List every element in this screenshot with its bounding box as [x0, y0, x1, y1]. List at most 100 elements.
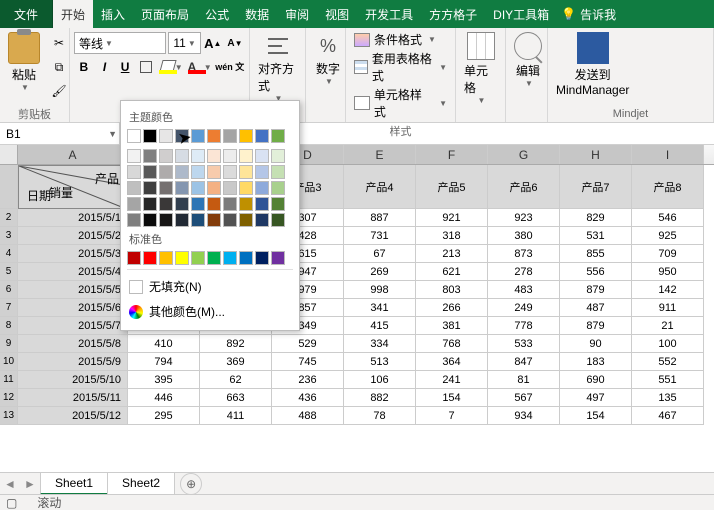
- data-cell[interactable]: 364: [416, 353, 488, 371]
- bold-button[interactable]: B: [74, 56, 94, 78]
- data-cell[interactable]: 380: [488, 227, 560, 245]
- paste-button[interactable]: 粘贴 ▼: [4, 30, 44, 94]
- color-swatch[interactable]: [271, 181, 285, 195]
- editing-button[interactable]: 编辑▼: [510, 30, 546, 90]
- data-cell[interactable]: 446: [128, 389, 200, 407]
- data-cell[interactable]: 567: [488, 389, 560, 407]
- product-header[interactable]: 产品5: [416, 165, 488, 209]
- color-swatch[interactable]: [207, 165, 221, 179]
- row-header[interactable]: 6: [0, 281, 18, 299]
- product-header[interactable]: 产品4: [344, 165, 416, 209]
- copy-button[interactable]: ⧉: [48, 56, 70, 78]
- data-cell[interactable]: 873: [488, 245, 560, 263]
- font-name-combo[interactable]: 等线▼: [74, 32, 166, 54]
- data-cell[interactable]: 621: [416, 263, 488, 281]
- data-cell[interactable]: 892: [200, 335, 272, 353]
- color-swatch[interactable]: [207, 149, 221, 163]
- data-cell[interactable]: 663: [200, 389, 272, 407]
- color-swatch[interactable]: [271, 213, 285, 227]
- color-swatch[interactable]: [223, 181, 237, 195]
- color-swatch[interactable]: [143, 251, 157, 265]
- name-box[interactable]: B1 ▼: [0, 123, 120, 144]
- row-header[interactable]: 8: [0, 317, 18, 335]
- file-tab[interactable]: 文件: [0, 0, 53, 28]
- color-swatch[interactable]: [271, 129, 285, 143]
- font-size-combo[interactable]: 11▼: [168, 32, 200, 54]
- data-cell[interactable]: 803: [416, 281, 488, 299]
- date-cell[interactable]: 2015/5/2: [18, 227, 128, 245]
- border-button[interactable]: [136, 56, 156, 78]
- color-swatch[interactable]: [239, 165, 253, 179]
- color-swatch[interactable]: [159, 197, 173, 211]
- color-swatch[interactable]: [127, 129, 141, 143]
- color-swatch[interactable]: [127, 197, 141, 211]
- color-swatch[interactable]: [143, 181, 157, 195]
- data-cell[interactable]: 21: [632, 317, 704, 335]
- color-swatch[interactable]: [207, 251, 221, 265]
- sheet-nav-arrows[interactable]: ◄►: [0, 477, 40, 491]
- color-swatch[interactable]: [159, 213, 173, 227]
- more-colors-item[interactable]: 其他颜色(M)...: [127, 299, 293, 324]
- data-cell[interactable]: 241: [416, 371, 488, 389]
- data-cell[interactable]: 483: [488, 281, 560, 299]
- data-cell[interactable]: 533: [488, 335, 560, 353]
- color-swatch[interactable]: [223, 251, 237, 265]
- data-cell[interactable]: 556: [560, 263, 632, 281]
- date-cell[interactable]: 2015/5/5: [18, 281, 128, 299]
- fill-color-button[interactable]: ▼: [157, 56, 185, 78]
- data-cell[interactable]: 778: [488, 317, 560, 335]
- color-swatch[interactable]: [127, 213, 141, 227]
- data-cell[interactable]: 551: [632, 371, 704, 389]
- date-cell[interactable]: 2015/5/4: [18, 263, 128, 281]
- data-cell[interactable]: 78: [344, 407, 416, 425]
- color-swatch[interactable]: [239, 181, 253, 195]
- color-swatch[interactable]: [255, 181, 269, 195]
- row-header[interactable]: 10: [0, 353, 18, 371]
- row-header[interactable]: 11: [0, 371, 18, 389]
- row-header[interactable]: 12: [0, 389, 18, 407]
- data-cell[interactable]: 923: [488, 209, 560, 227]
- font-color-button[interactable]: A ▼: [186, 56, 214, 78]
- data-cell[interactable]: 690: [560, 371, 632, 389]
- data-cell[interactable]: 269: [344, 263, 416, 281]
- add-sheet-button[interactable]: ⊕: [180, 473, 202, 495]
- color-swatch[interactable]: [223, 149, 237, 163]
- color-swatch[interactable]: [143, 197, 157, 211]
- data-cell[interactable]: 950: [632, 263, 704, 281]
- color-swatch[interactable]: [191, 165, 205, 179]
- date-cell[interactable]: 2015/5/10: [18, 371, 128, 389]
- color-swatch[interactable]: [175, 213, 189, 227]
- format-painter-button[interactable]: 🖌: [48, 80, 70, 102]
- row-header[interactable]: 2: [0, 209, 18, 227]
- sheet-tab[interactable]: Sheet1: [40, 472, 108, 495]
- data-cell[interactable]: 90: [560, 335, 632, 353]
- color-swatch[interactable]: [207, 129, 221, 143]
- shrink-font-button[interactable]: A▼: [225, 32, 245, 54]
- no-fill-item[interactable]: 无填充(N): [127, 274, 293, 299]
- color-swatch[interactable]: [207, 213, 221, 227]
- col-header-G[interactable]: G: [488, 145, 560, 164]
- data-cell[interactable]: 183: [560, 353, 632, 371]
- data-cell[interactable]: 369: [200, 353, 272, 371]
- ribbon-tab-7[interactable]: 开发工具: [357, 0, 421, 28]
- color-swatch[interactable]: [143, 149, 157, 163]
- color-swatch[interactable]: [271, 251, 285, 265]
- data-cell[interactable]: 318: [416, 227, 488, 245]
- color-swatch[interactable]: [271, 165, 285, 179]
- data-cell[interactable]: 911: [632, 299, 704, 317]
- color-swatch[interactable]: [223, 197, 237, 211]
- data-cell[interactable]: 879: [560, 281, 632, 299]
- product-header[interactable]: 产品6: [488, 165, 560, 209]
- row-header[interactable]: [0, 165, 18, 209]
- grow-font-button[interactable]: A▲: [203, 32, 223, 54]
- mindjet-send-button[interactable]: 发送到 MindManager: [552, 30, 633, 99]
- data-cell[interactable]: 410: [128, 335, 200, 353]
- color-swatch[interactable]: [255, 213, 269, 227]
- row-header[interactable]: 13: [0, 407, 18, 425]
- color-swatch[interactable]: [239, 251, 253, 265]
- data-cell[interactable]: 552: [632, 353, 704, 371]
- row-header[interactable]: 4: [0, 245, 18, 263]
- select-all-corner[interactable]: [0, 145, 18, 164]
- date-cell[interactable]: 2015/5/3: [18, 245, 128, 263]
- product-header[interactable]: 产品8: [632, 165, 704, 209]
